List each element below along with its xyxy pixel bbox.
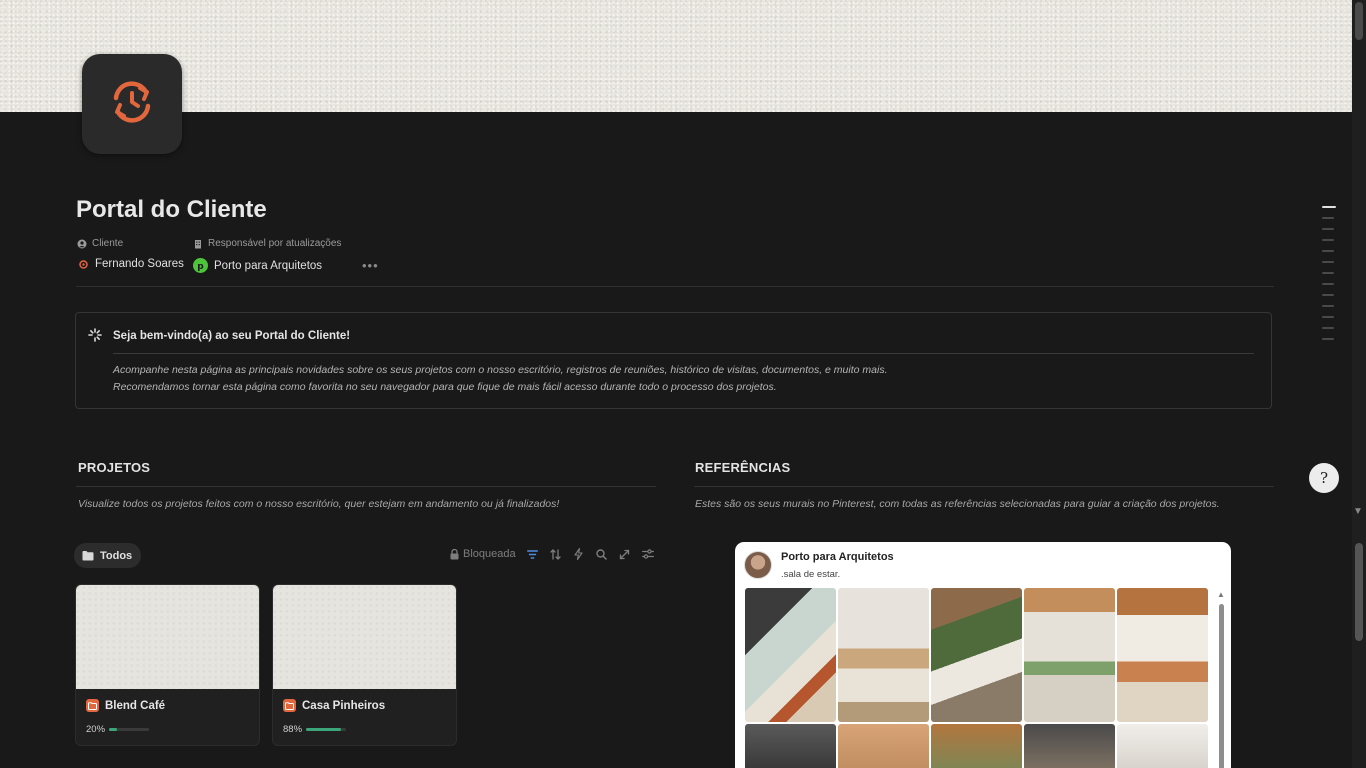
toc-item[interactable]	[1322, 316, 1334, 318]
progress-percent: 20%	[86, 724, 106, 735]
database-toolbar: Bloqueada	[450, 548, 654, 560]
profile-avatar[interactable]	[744, 551, 772, 579]
toc-item[interactable]	[1322, 327, 1334, 329]
settings-sliders-icon[interactable]	[641, 548, 654, 560]
project-card-title-text: Casa Pinheiros	[302, 699, 386, 712]
progress-percent: 88%	[283, 724, 303, 735]
view-tab-label: Todos	[100, 549, 133, 562]
pin-image[interactable]	[745, 724, 836, 768]
projetos-heading[interactable]: PROJETOS	[78, 460, 150, 475]
pin-image[interactable]	[838, 588, 929, 722]
project-card-title[interactable]: Blend Café	[86, 699, 165, 712]
welcome-callout[interactable]: Seja bem-vindo(a) ao seu Portal do Clien…	[75, 312, 1272, 409]
toc-item[interactable]	[1322, 294, 1334, 296]
project-cover-image	[273, 585, 456, 689]
toc-item[interactable]	[1322, 250, 1334, 252]
property-value-cliente[interactable]: Fernando Soares	[78, 258, 184, 270]
referencias-heading[interactable]: REFERÊNCIAS	[695, 460, 790, 475]
page-scrollbar[interactable]: ▼	[1352, 0, 1366, 768]
property-label-text: Cliente	[92, 238, 124, 249]
pin-image[interactable]	[1024, 588, 1115, 722]
page-icon[interactable]	[82, 54, 182, 154]
automation-bolt-icon[interactable]	[573, 548, 585, 560]
toc-item[interactable]	[1322, 239, 1334, 241]
clock-refresh-icon	[106, 76, 158, 133]
toc-item[interactable]	[1322, 283, 1334, 285]
callout-text[interactable]: Recomendamos tornar esta página como fav…	[113, 381, 777, 393]
embed-scrollbar[interactable]: ▲	[1217, 590, 1226, 768]
pin-image[interactable]	[931, 588, 1022, 722]
pin-image[interactable]	[1024, 724, 1115, 768]
referencias-divider	[694, 486, 1274, 487]
lock-status[interactable]: Bloqueada	[450, 548, 516, 560]
filter-icon[interactable]	[527, 548, 539, 560]
toc-item[interactable]	[1322, 206, 1336, 208]
pin-image[interactable]	[1117, 588, 1208, 722]
brand-logo-icon: p	[193, 258, 208, 273]
progress-bar	[109, 728, 149, 731]
callout-title[interactable]: Seja bem-vindo(a) ao seu Portal do Clien…	[113, 330, 350, 342]
search-icon[interactable]	[596, 548, 608, 560]
project-cover-image	[76, 585, 259, 689]
projetos-description[interactable]: Visualize todos os projetos feitos com o…	[78, 498, 559, 510]
scrollbar-thumb[interactable]	[1355, 543, 1363, 641]
toc-item[interactable]	[1322, 305, 1334, 307]
project-icon	[283, 699, 296, 712]
pinterest-board-embed[interactable]: Porto para Arquitetos .sala de estar. ▲	[735, 542, 1231, 768]
pin-grid	[745, 588, 1208, 768]
project-card-title-text: Blend Café	[105, 699, 166, 712]
toc-item[interactable]	[1322, 261, 1334, 263]
scrollbar-top[interactable]	[1355, 2, 1363, 40]
callout-text[interactable]: Acompanhe nesta página as principais nov…	[113, 364, 887, 376]
folder-icon	[82, 551, 94, 561]
property-label-cliente[interactable]: Cliente	[77, 238, 123, 249]
property-label-responsavel[interactable]: Responsável por atualizações	[193, 238, 341, 249]
divider	[76, 286, 1274, 287]
toc-item[interactable]	[1322, 338, 1334, 340]
loading-spinner-icon	[88, 328, 102, 347]
view-tab-todos[interactable]: Todos	[74, 543, 142, 568]
toc-item[interactable]	[1322, 217, 1334, 219]
progress-bar-fill	[109, 728, 117, 731]
lock-label: Bloqueada	[463, 548, 516, 560]
property-value-text: Fernando Soares	[95, 258, 184, 270]
help-button[interactable]: ?	[1309, 463, 1339, 493]
project-card[interactable]: Blend Café 20%	[75, 584, 260, 746]
property-value-responsavel[interactable]: p Porto para Arquitetos	[193, 258, 322, 273]
page-cover	[0, 0, 1352, 112]
property-label-text: Responsável por atualizações	[208, 238, 342, 249]
pin-image[interactable]	[838, 724, 929, 768]
project-card-title[interactable]: Casa Pinheiros	[283, 699, 385, 712]
progress-bar-fill	[306, 728, 342, 731]
referencias-description[interactable]: Estes são os seus murais no Pinterest, c…	[695, 498, 1220, 510]
expand-icon[interactable]	[619, 548, 631, 560]
help-button-label: ?	[1319, 469, 1329, 487]
toc-item[interactable]	[1322, 228, 1334, 230]
project-card[interactable]: Casa Pinheiros 88%	[272, 584, 457, 746]
pin-image[interactable]	[931, 724, 1022, 768]
property-value-text: Porto para Arquitetos	[214, 259, 323, 272]
toc-item[interactable]	[1322, 272, 1334, 274]
pinterest-board-name[interactable]: .sala de estar.	[781, 569, 840, 580]
more-options-icon[interactable]: •••	[362, 258, 379, 273]
callout-divider	[113, 353, 1254, 354]
project-icon	[86, 699, 99, 712]
embed-scrollbar-thumb[interactable]	[1219, 604, 1224, 768]
building-icon	[195, 239, 201, 248]
sort-icon[interactable]	[550, 548, 562, 560]
page-title[interactable]: Portal do Cliente	[76, 196, 267, 224]
lock-icon	[450, 548, 459, 559]
projetos-divider	[76, 486, 656, 487]
svg-text:p: p	[197, 262, 204, 272]
table-of-contents-minimap[interactable]	[1322, 206, 1336, 349]
person-circle-icon	[77, 239, 87, 248]
scroll-down-arrow-icon[interactable]: ▼	[1353, 506, 1363, 517]
pin-image[interactable]	[1117, 724, 1208, 768]
pinterest-profile-name[interactable]: Porto para Arquitetos	[781, 551, 894, 563]
progress-bar	[306, 728, 346, 731]
scroll-up-arrow-icon[interactable]: ▲	[1217, 590, 1225, 599]
pin-image[interactable]	[745, 588, 836, 722]
user-badge-icon	[79, 259, 88, 269]
